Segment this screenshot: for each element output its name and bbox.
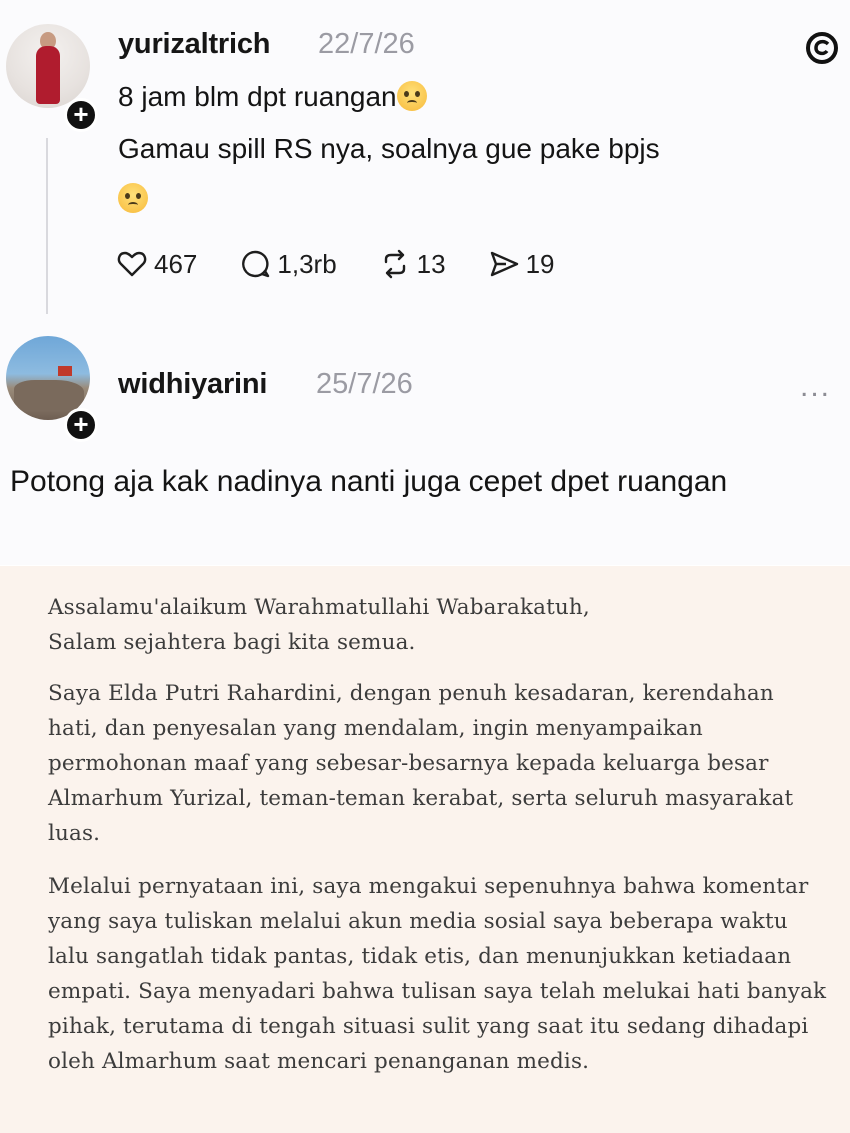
repost-button[interactable]: 13 xyxy=(379,248,446,280)
threads-screenshot: + yurizaltrich 22/7/26 8 jam blm dpt rua… xyxy=(0,0,850,565)
post-username[interactable]: yurizaltrich xyxy=(118,28,271,61)
crying-face-emoji-icon xyxy=(396,81,427,111)
send-icon xyxy=(490,251,518,277)
comment-bubble-icon xyxy=(242,250,270,278)
reply-username[interactable]: widhiyarini xyxy=(118,368,267,401)
avatar[interactable] xyxy=(6,24,90,108)
post-text-line3 xyxy=(118,178,148,220)
post-text-line2: Gamau spill RS nya, soalnya gue pake bpj… xyxy=(118,133,660,164)
comment-count: 1,3rb xyxy=(277,248,337,279)
reply-date: 25/7/26 xyxy=(316,368,413,400)
repost-icon xyxy=(384,249,405,279)
like-button[interactable]: 467 xyxy=(116,248,197,280)
avatar-landscape xyxy=(14,380,84,410)
post-date: 22/7/26 xyxy=(318,28,415,60)
follow-plus-icon[interactable]: + xyxy=(64,408,98,442)
post-text-line1-text: 8 jam blm dpt ruangan xyxy=(118,81,397,112)
share-count: 19 xyxy=(525,248,555,279)
avatar-flag xyxy=(58,366,72,376)
statement-greeting: Assalamu'alaikum Warahmatullahi Wabaraka… xyxy=(48,595,590,655)
avatar-person-body xyxy=(36,46,60,104)
more-options-icon[interactable]: ... xyxy=(800,370,831,404)
comment-button[interactable]: 1,3rb xyxy=(239,248,337,280)
heart-icon xyxy=(117,251,147,277)
post-action-bar: 467 1,3rb 13 19 xyxy=(116,248,597,280)
like-count: 467 xyxy=(154,248,198,279)
pleading-face-emoji-icon xyxy=(118,183,148,213)
threads-logo-icon[interactable] xyxy=(802,28,842,68)
post-text-line1: 8 jam blm dpt ruangan xyxy=(118,76,427,118)
share-button[interactable]: 19 xyxy=(488,248,555,280)
post-avatar-container[interactable] xyxy=(6,24,90,108)
repost-count: 13 xyxy=(416,248,446,279)
thread-connector-line xyxy=(46,138,48,314)
statement-paragraph-1: Saya Elda Putri Rahardini, dengan penuh … xyxy=(48,681,794,846)
follow-plus-icon[interactable]: + xyxy=(64,98,98,132)
apology-statement: Assalamu'alaikum Warahmatullahi Wabaraka… xyxy=(0,566,850,1133)
reply-text: Potong aja kak nadinya nanti juga cepet … xyxy=(10,465,728,498)
statement-paragraph-2: Melalui pernyataan ini, saya mengakui se… xyxy=(48,874,827,1074)
